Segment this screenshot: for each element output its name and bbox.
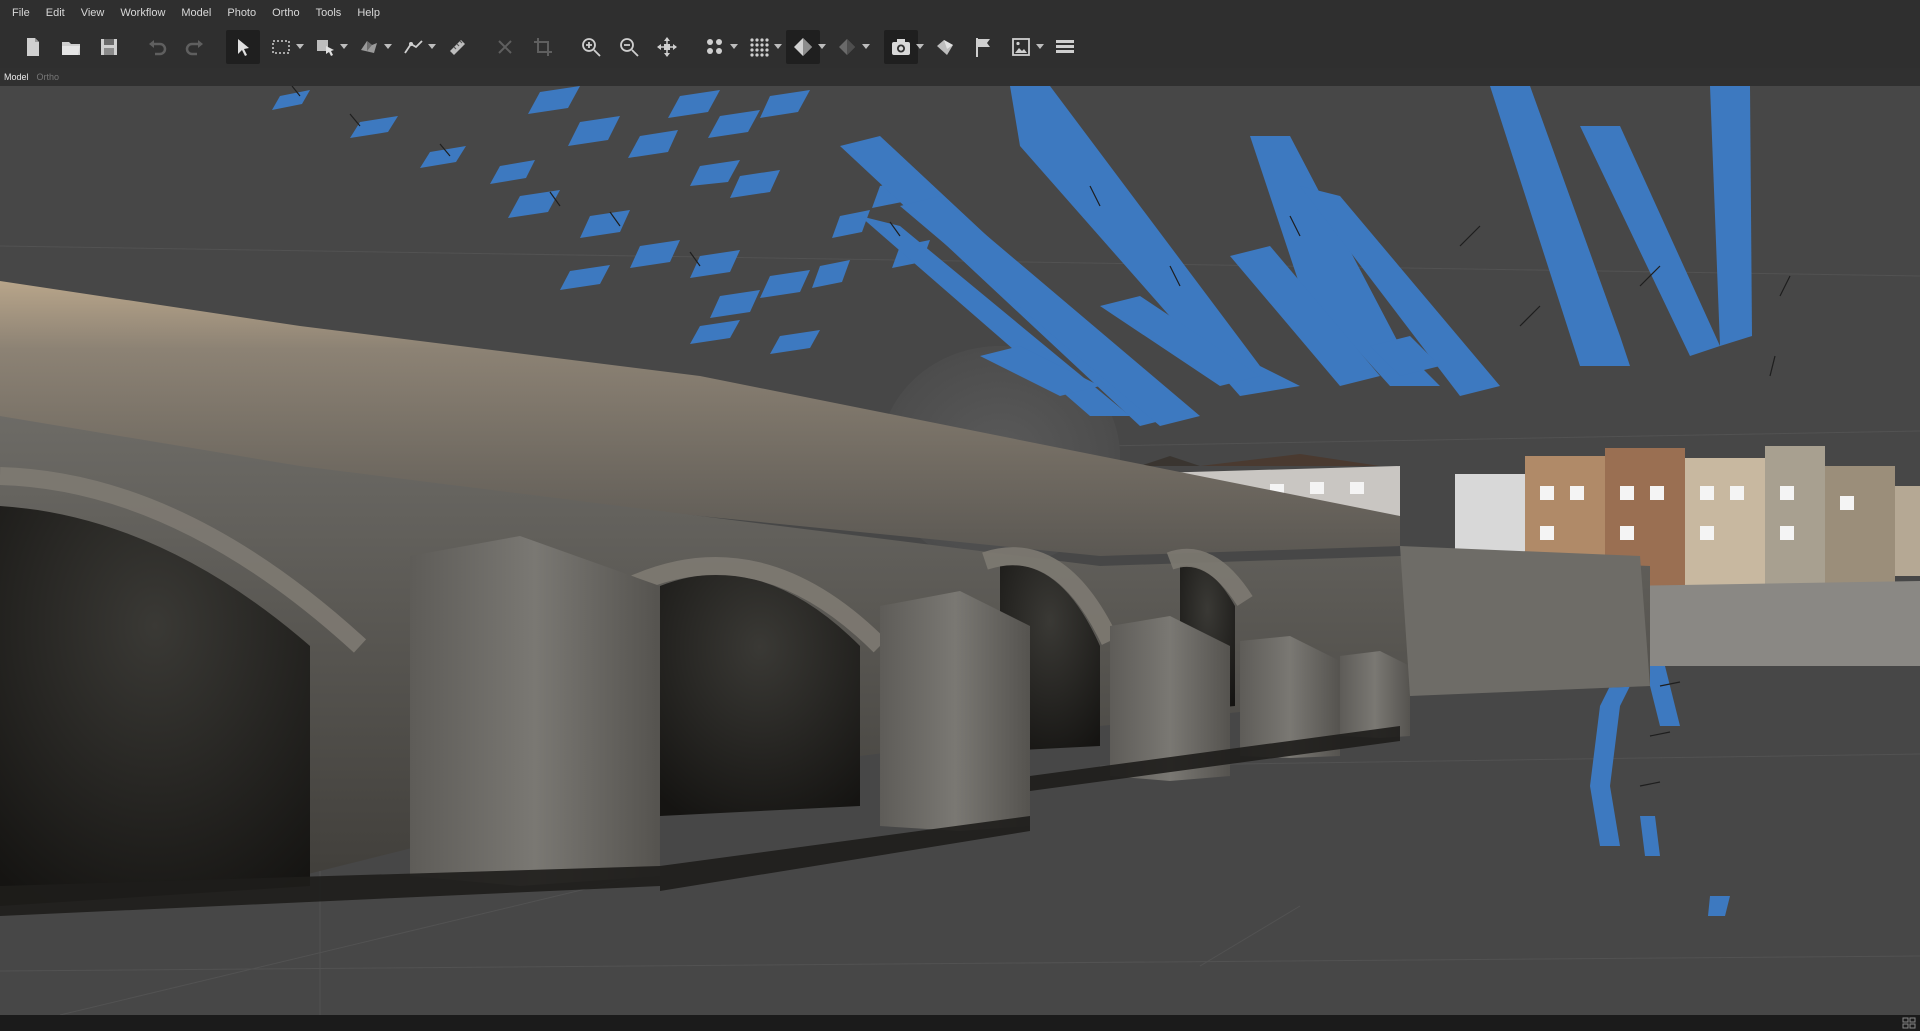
ruler-button[interactable]	[440, 30, 474, 64]
menu-file[interactable]: File	[0, 0, 38, 26]
draw-polyline-button[interactable]	[396, 30, 430, 64]
menu-photo[interactable]: Photo	[219, 0, 264, 26]
camera-frames-left	[272, 86, 930, 354]
show-layers-button[interactable]	[1048, 30, 1082, 64]
chevron-down-icon	[1036, 44, 1044, 49]
show-markers-button[interactable]	[966, 30, 1000, 64]
delete-selection-button[interactable]	[488, 30, 522, 64]
rectangle-selection-icon	[272, 40, 290, 54]
model-viewport[interactable]	[0, 86, 1920, 1015]
model-move-button[interactable]	[308, 30, 342, 64]
chevron-down-icon	[296, 44, 304, 49]
dense-cloud-dropdown-arrow[interactable]	[774, 30, 782, 64]
tiled-model-icon	[839, 39, 855, 55]
navigation-pointer-icon	[238, 39, 249, 56]
chevron-down-icon	[384, 44, 392, 49]
point-cloud-button[interactable]	[698, 30, 732, 64]
menu-workflow[interactable]: Workflow	[112, 0, 173, 26]
tiled-model-dropdown-arrow[interactable]	[862, 30, 870, 64]
model-move-dropdown-arrow[interactable]	[340, 30, 348, 64]
chevron-down-icon	[862, 44, 870, 49]
new-button[interactable]	[16, 30, 50, 64]
chevron-down-icon	[818, 44, 826, 49]
river-wall	[1620, 581, 1920, 666]
model-textured-icon	[794, 38, 812, 56]
reset-view-button[interactable]	[650, 30, 684, 64]
menu-view[interactable]: View	[73, 0, 113, 26]
show-cameras-button[interactable]	[884, 30, 918, 64]
shape-icon	[361, 41, 377, 53]
tab-model[interactable]: Model	[0, 68, 33, 86]
dense-cloud-button[interactable]	[742, 30, 776, 64]
zoom-out-button[interactable]	[612, 30, 646, 64]
show-images-icon	[1012, 38, 1030, 56]
open-button[interactable]	[54, 30, 88, 64]
model-textured-button[interactable]	[786, 30, 820, 64]
reset-view-icon	[657, 37, 677, 57]
redo-button[interactable]	[178, 30, 212, 64]
chevron-down-icon	[428, 44, 436, 49]
shape-dropdown-arrow[interactable]	[384, 30, 392, 64]
crop-selection-button[interactable]	[526, 30, 560, 64]
tab-ortho[interactable]: Ortho	[33, 68, 64, 86]
chevron-down-icon	[340, 44, 348, 49]
navigation-pointer-button[interactable]	[226, 30, 260, 64]
menu-bar: File Edit View Workflow Model Photo Ortho Tools…	[0, 0, 1920, 26]
new-icon	[27, 38, 39, 56]
draw-polyline-icon	[404, 40, 423, 54]
crop-selection-icon	[534, 38, 552, 56]
draw-polyline-dropdown-arrow[interactable]	[428, 30, 436, 64]
status-bar	[0, 1015, 1920, 1031]
show-images-dropdown-arrow[interactable]	[1036, 30, 1044, 64]
chevron-down-icon	[916, 44, 924, 49]
ruler-icon	[450, 40, 465, 55]
rectangle-selection-dropdown-arrow[interactable]	[296, 30, 304, 64]
point-cloud-icon	[707, 39, 722, 54]
show-shapes-icon	[937, 40, 953, 55]
delete-selection-icon	[498, 40, 512, 54]
3d-scene	[0, 86, 1920, 1015]
main-toolbar	[0, 26, 1920, 68]
resize-grip-icon	[1902, 1017, 1916, 1029]
undo-icon	[149, 40, 167, 56]
zoom-out-icon	[620, 38, 639, 57]
zoom-in-icon	[582, 38, 601, 57]
zoom-in-button[interactable]	[574, 30, 608, 64]
save-button[interactable]	[92, 30, 126, 64]
save-icon	[101, 39, 117, 55]
menu-tools[interactable]: Tools	[308, 0, 350, 26]
show-layers-icon	[1056, 40, 1074, 53]
show-cameras-dropdown-arrow[interactable]	[916, 30, 924, 64]
undo-button[interactable]	[140, 30, 174, 64]
menu-model[interactable]: Model	[173, 0, 219, 26]
show-markers-icon	[976, 38, 990, 57]
menu-help[interactable]: Help	[349, 0, 388, 26]
show-shapes-button[interactable]	[928, 30, 962, 64]
rectangle-selection-button[interactable]	[264, 30, 298, 64]
tiled-model-button[interactable]	[830, 30, 864, 64]
model-move-icon	[317, 40, 334, 56]
model-textured-dropdown-arrow[interactable]	[818, 30, 826, 64]
menu-ortho[interactable]: Ortho	[264, 0, 308, 26]
show-images-button[interactable]	[1004, 30, 1038, 64]
show-cameras-icon	[892, 39, 910, 55]
point-cloud-dropdown-arrow[interactable]	[730, 30, 738, 64]
open-icon	[62, 42, 80, 55]
dense-cloud-icon	[750, 38, 769, 57]
menu-edit[interactable]: Edit	[38, 0, 73, 26]
chevron-down-icon	[774, 44, 782, 49]
shape-button[interactable]	[352, 30, 386, 64]
view-tab-bar: Model Ortho	[0, 68, 1920, 86]
chevron-down-icon	[730, 44, 738, 49]
redo-icon	[185, 40, 203, 56]
